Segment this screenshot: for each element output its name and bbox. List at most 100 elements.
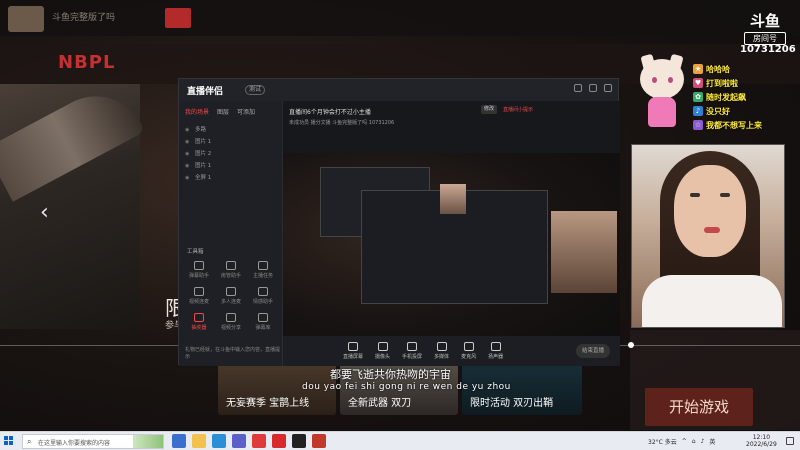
- tool-button[interactable]: 情感助手: [247, 287, 279, 305]
- card-label: 无妄赛季 宝鹊上线: [226, 398, 310, 409]
- scene-tabs: 我的场景 图层 可添加: [179, 101, 282, 122]
- tab-my-scenes[interactable]: 我的场景: [185, 107, 209, 116]
- volume-icon[interactable]: ♪: [701, 438, 705, 445]
- webcam-overlay: [631, 144, 785, 328]
- tab-addable[interactable]: 可添加: [237, 107, 255, 116]
- douyu-app-icon[interactable]: [272, 434, 286, 448]
- tool-button[interactable]: 房管助手: [215, 261, 247, 279]
- tool-icon: [226, 261, 236, 270]
- source-controls: 直播屏幕 摄像头 手机投屏 多媒体 麦克风 扬声器: [283, 336, 620, 366]
- control-label: 手机投屏: [402, 354, 423, 360]
- stream-assistant-app-icon[interactable]: [312, 434, 326, 448]
- tool-button[interactable]: 弹幕助手: [183, 261, 215, 279]
- streamer-face: [674, 165, 746, 257]
- chat-message: ✿ 随时发起飙: [693, 90, 793, 104]
- message-icon: ☆: [693, 120, 703, 130]
- tool-icon: [258, 313, 268, 322]
- window-controls: [574, 84, 612, 92]
- message-text: 哈哈哈: [706, 64, 730, 74]
- tool-button[interactable]: 多人连麦: [215, 287, 247, 305]
- nested-webcam: [440, 184, 466, 214]
- stream-preview[interactable]: [283, 153, 620, 351]
- monitor-icon: [348, 342, 358, 351]
- store-icon[interactable]: [232, 434, 246, 448]
- chat-message: ♥ 打到啦啦: [693, 76, 793, 90]
- scene-item[interactable]: 图片 1: [185, 160, 276, 172]
- network-icon[interactable]: ⌂: [692, 438, 696, 445]
- tool-button[interactable]: 抽奖器: [183, 313, 215, 331]
- taskbar-search[interactable]: ⌕ 在这里输入你要搜索的内容: [22, 434, 164, 449]
- scene-item[interactable]: 图片 2: [185, 148, 276, 160]
- system-tray: 32°C 多云 ^ ⌂ ♪ 英: [648, 437, 715, 446]
- camera-button[interactable]: 摄像头: [375, 342, 390, 360]
- scene-item[interactable]: 全屏 1: [185, 172, 276, 184]
- scene-item[interactable]: 图片 1: [185, 136, 276, 148]
- speaker-icon: [490, 342, 501, 351]
- tool-button[interactable]: 主播任务: [247, 261, 279, 279]
- footer-note: 礼物已经就，在斗鱼中输入您内容，直播提示: [185, 347, 281, 360]
- file-explorer-icon[interactable]: [192, 434, 206, 448]
- launcher-tab-active[interactable]: [165, 8, 191, 28]
- room-tip-link[interactable]: 直播间小提示: [503, 106, 533, 113]
- streamer-lips: [704, 227, 720, 233]
- version-badge: 测试: [245, 85, 265, 95]
- douyu-logo: 斗鱼: [749, 12, 780, 30]
- tool-button[interactable]: 视频分享: [215, 313, 247, 331]
- game-app-icon[interactable]: [292, 434, 306, 448]
- screen-capture-button[interactable]: 直播屏幕: [343, 342, 363, 360]
- tool-label: 视频分享: [220, 325, 241, 331]
- tool-label: 弹幕助手: [188, 273, 209, 279]
- tool-label: 弹幕库: [255, 325, 271, 331]
- message-text: 我都不想写上来: [706, 120, 762, 130]
- scene-item[interactable]: 多路: [185, 124, 276, 136]
- chibi-avatar: [638, 53, 684, 130]
- task-view-icon[interactable]: [172, 434, 186, 448]
- preview-webcam: [551, 211, 617, 293]
- maximize-icon[interactable]: [589, 84, 597, 92]
- control-label: 麦克风: [461, 354, 477, 360]
- scene-list: 多路 图片 1 图片 2 图片 1 全屏 1: [179, 122, 282, 186]
- weather-status[interactable]: 32°C 多云: [648, 437, 677, 446]
- tool-label: 视频连麦: [188, 299, 209, 305]
- tool-icon: [258, 287, 268, 296]
- clock[interactable]: 12:10 2022/6/29: [746, 434, 777, 448]
- notification-icon[interactable]: [786, 437, 794, 445]
- room-number: 10731206: [740, 44, 796, 55]
- chibi-eye: [668, 77, 673, 83]
- preview-panel: 直播间6个月钟会打不过小主播 修改 直播间小提示 未成功员 播分文播 斗鱼完整版…: [283, 101, 620, 366]
- media-button[interactable]: 多媒体: [434, 342, 449, 360]
- close-icon[interactable]: [604, 84, 612, 92]
- start-button[interactable]: [4, 436, 14, 446]
- tab-layers[interactable]: 图层: [217, 107, 229, 116]
- tool-label: 抽奖器: [191, 325, 207, 331]
- carousel-prev-arrow[interactable]: ‹: [40, 200, 49, 225]
- window-titlebar: 直播伴侣 测试: [179, 79, 618, 101]
- edge-icon[interactable]: [212, 434, 226, 448]
- tool-button[interactable]: 视频连麦: [183, 287, 215, 305]
- edit-title-button[interactable]: 修改: [481, 105, 497, 114]
- app-icon[interactable]: [252, 434, 266, 448]
- tray-arrow-icon[interactable]: ^: [682, 438, 687, 445]
- control-label: 直播屏幕: [343, 354, 364, 360]
- speaker-button[interactable]: 扬声器: [488, 342, 503, 360]
- media-progress-handle[interactable]: [628, 342, 634, 348]
- phone-cast-button[interactable]: 手机投屏: [402, 342, 422, 360]
- start-game-button[interactable]: 开始游戏: [645, 388, 753, 426]
- user-avatar[interactable]: [8, 6, 44, 32]
- mic-button[interactable]: 麦克风: [461, 342, 476, 360]
- tool-button[interactable]: 弹幕库: [247, 313, 279, 331]
- launcher-topbar: 斗鱼完整版了吗: [0, 0, 800, 36]
- phone-icon: [407, 342, 418, 351]
- message-text: 没只好: [706, 106, 730, 116]
- control-label: 扬声器: [488, 354, 504, 360]
- end-stream-button[interactable]: 结束直播: [576, 344, 610, 358]
- stream-assistant-window: 直播伴侣 测试 我的场景 图层 可添加 多路 图片 1 图片 2 图片 1 全屏…: [178, 78, 620, 366]
- control-label: 摄像头: [375, 354, 391, 360]
- tools-heading: 工具箱: [187, 249, 204, 255]
- windows-taskbar: ⌕ 在这里输入你要搜索的内容 32°C 多云 ^ ⌂ ♪ 英 12:10 202…: [0, 431, 800, 450]
- streamer-shirt: [642, 275, 782, 327]
- message-icon: ♪: [693, 106, 703, 116]
- minimize-icon[interactable]: [574, 84, 582, 92]
- tool-icon: [258, 261, 268, 270]
- input-language[interactable]: 英: [709, 437, 715, 446]
